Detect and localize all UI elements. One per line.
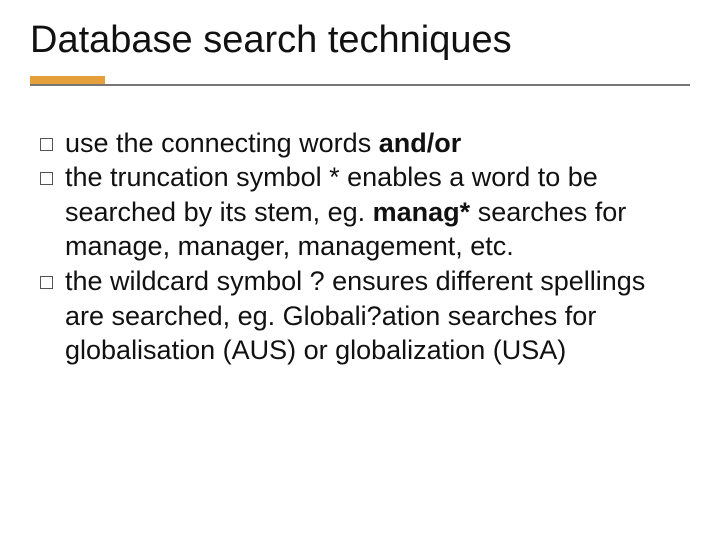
- bullet-list: use the connecting words and/or the trun…: [40, 126, 680, 368]
- list-item-text: use the connecting words and/or: [65, 126, 680, 161]
- title-rule: [30, 76, 690, 86]
- list-item: use the connecting words and/or: [40, 126, 680, 161]
- checkbox-icon: [40, 172, 53, 185]
- checkbox-icon: [40, 276, 53, 289]
- list-item-text: the truncation symbol * enables a word t…: [65, 160, 680, 264]
- divider-line: [30, 84, 690, 86]
- list-item: the wildcard symbol ? ensures different …: [40, 264, 680, 368]
- page-title: Database search techniques: [30, 20, 690, 62]
- slide: Database search techniques use the conne…: [0, 0, 720, 540]
- list-item: the truncation symbol * enables a word t…: [40, 160, 680, 264]
- checkbox-icon: [40, 138, 53, 151]
- list-item-text: the wildcard symbol ? ensures different …: [65, 264, 680, 368]
